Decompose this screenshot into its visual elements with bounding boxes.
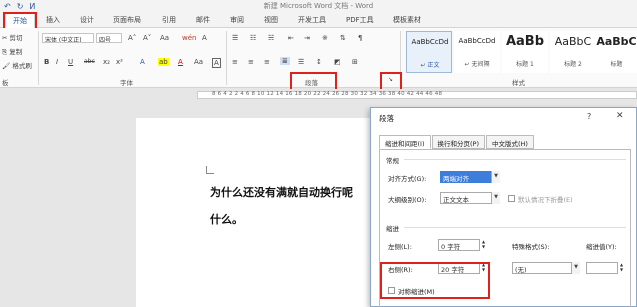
left-indent-field[interactable]: 0 字符 — [438, 239, 480, 251]
font-group-label: 字体 — [120, 79, 133, 87]
tab-design[interactable]: 设计 — [80, 15, 94, 25]
indent-value-spinner[interactable]: ▲ ▼ — [618, 262, 625, 274]
dialog-tabs: 缩进和间距(I) 换行和分页(P) 中文版式(H) — [379, 135, 535, 149]
collapse-label: 默认情况下折叠(E) — [518, 196, 573, 204]
alignment-label: 对齐方式(G): — [388, 175, 427, 183]
brush-icon: 🖌 — [2, 62, 11, 70]
tab-asian-typography[interactable]: 中文版式(H) — [486, 135, 534, 149]
undo-icon[interactable]: ↶ — [4, 2, 11, 11]
char-border-icon[interactable]: A — [202, 34, 207, 42]
tab-view[interactable]: 视图 — [264, 15, 278, 25]
increase-indent-icon[interactable]: ⇥ — [304, 34, 310, 42]
alignment-dropdown-icon[interactable]: ▼ — [491, 171, 500, 183]
shading-icon[interactable]: ◩ — [334, 58, 341, 66]
horizontal-ruler[interactable]: 8 6 4 2 2 4 6 8 10 12 14 16 18 20 22 24 … — [0, 89, 637, 101]
general-section-title: 常规 — [386, 157, 399, 165]
tab-layout[interactable]: 页面布局 — [113, 15, 141, 25]
format-painter-button[interactable]: 🖌 格式刷 — [2, 60, 32, 70]
copy-icon: ⎘ — [2, 48, 8, 56]
change-case-icon[interactable]: Aa — [160, 34, 169, 42]
scissors-icon: ✂ — [2, 34, 8, 42]
underline-icon[interactable]: U — [68, 58, 73, 66]
grow-font-icon[interactable]: A˄ — [128, 34, 136, 42]
justify-icon[interactable]: ≣ — [280, 57, 290, 65]
special-format-label: 特殊格式(S): — [512, 243, 550, 251]
tab-mailings[interactable]: 邮件 — [196, 15, 210, 25]
cut-button[interactable]: ✂ 剪切 — [2, 32, 23, 42]
clipboard-group-label: 板 — [2, 79, 9, 87]
margin-corner-mark — [206, 166, 214, 174]
collapse-checkbox[interactable] — [508, 195, 515, 202]
sort-icon[interactable]: ⇅ — [340, 34, 346, 42]
tab-review[interactable]: 审阅 — [230, 15, 244, 25]
document-line-2[interactable]: 什么。 — [210, 211, 243, 227]
show-marks-icon[interactable]: ¶ — [358, 34, 362, 42]
line-spacing-icon[interactable]: ↕ — [316, 58, 322, 66]
style-heading-1[interactable]: AaBb 标题 1 — [502, 31, 548, 73]
multilevel-list-icon[interactable]: ☵ — [268, 34, 274, 42]
ruler-numbers: 8 6 4 2 2 4 6 8 10 12 14 16 18 20 22 24 … — [212, 91, 443, 97]
char-shading-icon[interactable]: Aa — [194, 58, 203, 66]
special-format-dropdown-icon[interactable]: ▼ — [571, 262, 580, 274]
enclose-char-icon[interactable]: A — [212, 58, 221, 68]
left-indent-label: 左侧(L): — [388, 243, 412, 251]
numbering-icon[interactable]: ☷ — [250, 34, 256, 42]
outline-level-label: 大纲级别(O): — [388, 196, 427, 204]
section-divider — [404, 159, 626, 160]
quick-access-toolbar: ↶ ↻ ⵍ — [4, 0, 35, 12]
document-line-1[interactable]: 为什么还没有满就自动换行呢 — [210, 184, 353, 200]
redo-icon[interactable]: ↻ — [17, 2, 24, 11]
subscript-icon[interactable]: x₂ — [103, 58, 110, 66]
font-size-box[interactable]: 四号 — [96, 33, 122, 43]
ribbon-tabs: 开始 插入 设计 页面布局 引用 邮件 审阅 视图 开发工具 PDF工具 模板素… — [0, 12, 637, 28]
shrink-font-icon[interactable]: A˅ — [143, 34, 151, 42]
decrease-indent-icon[interactable]: ⇤ — [288, 34, 294, 42]
borders-icon[interactable]: ⊞ — [352, 58, 358, 66]
close-icon[interactable]: ✕ — [616, 111, 624, 121]
customize-qat-icon[interactable]: ⵍ — [29, 2, 35, 11]
style-title[interactable]: AaBbC 标题 — [596, 31, 637, 73]
tab-references[interactable]: 引用 — [162, 15, 176, 25]
distributed-icon[interactable]: ☰ — [298, 58, 304, 66]
tab-line-page-breaks[interactable]: 换行和分页(P) — [431, 135, 485, 149]
styles-group-label: 样式 — [512, 79, 525, 87]
section-divider — [404, 227, 626, 228]
outline-level-dropdown-icon[interactable]: ▼ — [491, 192, 500, 204]
left-indent-spinner[interactable]: ▲ ▼ — [480, 239, 487, 251]
group-separator — [226, 31, 227, 85]
tab-developer[interactable]: 开发工具 — [298, 15, 326, 25]
font-color-icon[interactable]: A — [178, 58, 183, 66]
indent-value-label: 缩进值(Y): — [586, 243, 617, 251]
style-no-spacing[interactable]: AaBbCcDd ↵ 无间隔 — [454, 31, 500, 73]
align-center-icon[interactable]: ≡ — [248, 58, 254, 66]
bullets-icon[interactable]: ☰ — [232, 34, 238, 42]
copy-button[interactable]: ⎘ 复制 — [2, 46, 22, 57]
group-separator — [38, 31, 39, 85]
phonetic-guide-icon[interactable]: wén — [182, 34, 196, 42]
text-effects-icon[interactable]: A — [140, 58, 145, 66]
align-left-icon[interactable]: ≡ — [232, 58, 238, 66]
font-name-box[interactable]: 宋体 (中文正) — [42, 33, 94, 43]
style-heading-2[interactable]: AaBbC 标题 2 — [550, 31, 596, 73]
tab-insert[interactable]: 插入 — [46, 15, 60, 25]
style-normal[interactable]: AaBbCcDd ↵ 正文 — [406, 31, 452, 73]
indent-section-title: 缩进 — [386, 225, 399, 233]
title-bar: 新建 Microsoft Word 文档 - Word ↶ ↻ ⵍ — [0, 0, 637, 12]
window-title: 新建 Microsoft Word 文档 - Word — [263, 2, 374, 10]
tab-pdf-tools[interactable]: PDF工具 — [346, 15, 374, 25]
bold-icon[interactable]: B — [44, 58, 49, 66]
strikethrough-icon[interactable]: abc — [84, 58, 95, 65]
highlight-color-icon[interactable]: ab — [158, 58, 169, 66]
highlight-right-indent — [380, 262, 490, 299]
indent-value-field[interactable] — [586, 262, 618, 274]
special-format-select[interactable]: (无) — [512, 262, 580, 274]
tab-indents-spacing[interactable]: 缩进和间距(I) — [379, 135, 431, 149]
italic-icon[interactable]: I — [56, 58, 58, 66]
dialog-title: 段落 — [379, 114, 394, 123]
help-icon[interactable]: ? — [587, 112, 591, 121]
tab-templates[interactable]: 模板素材 — [393, 15, 421, 25]
asian-layout-icon[interactable]: ※ — [322, 34, 328, 42]
align-right-icon[interactable]: ≡ — [264, 58, 270, 66]
superscript-icon[interactable]: x² — [116, 58, 123, 66]
